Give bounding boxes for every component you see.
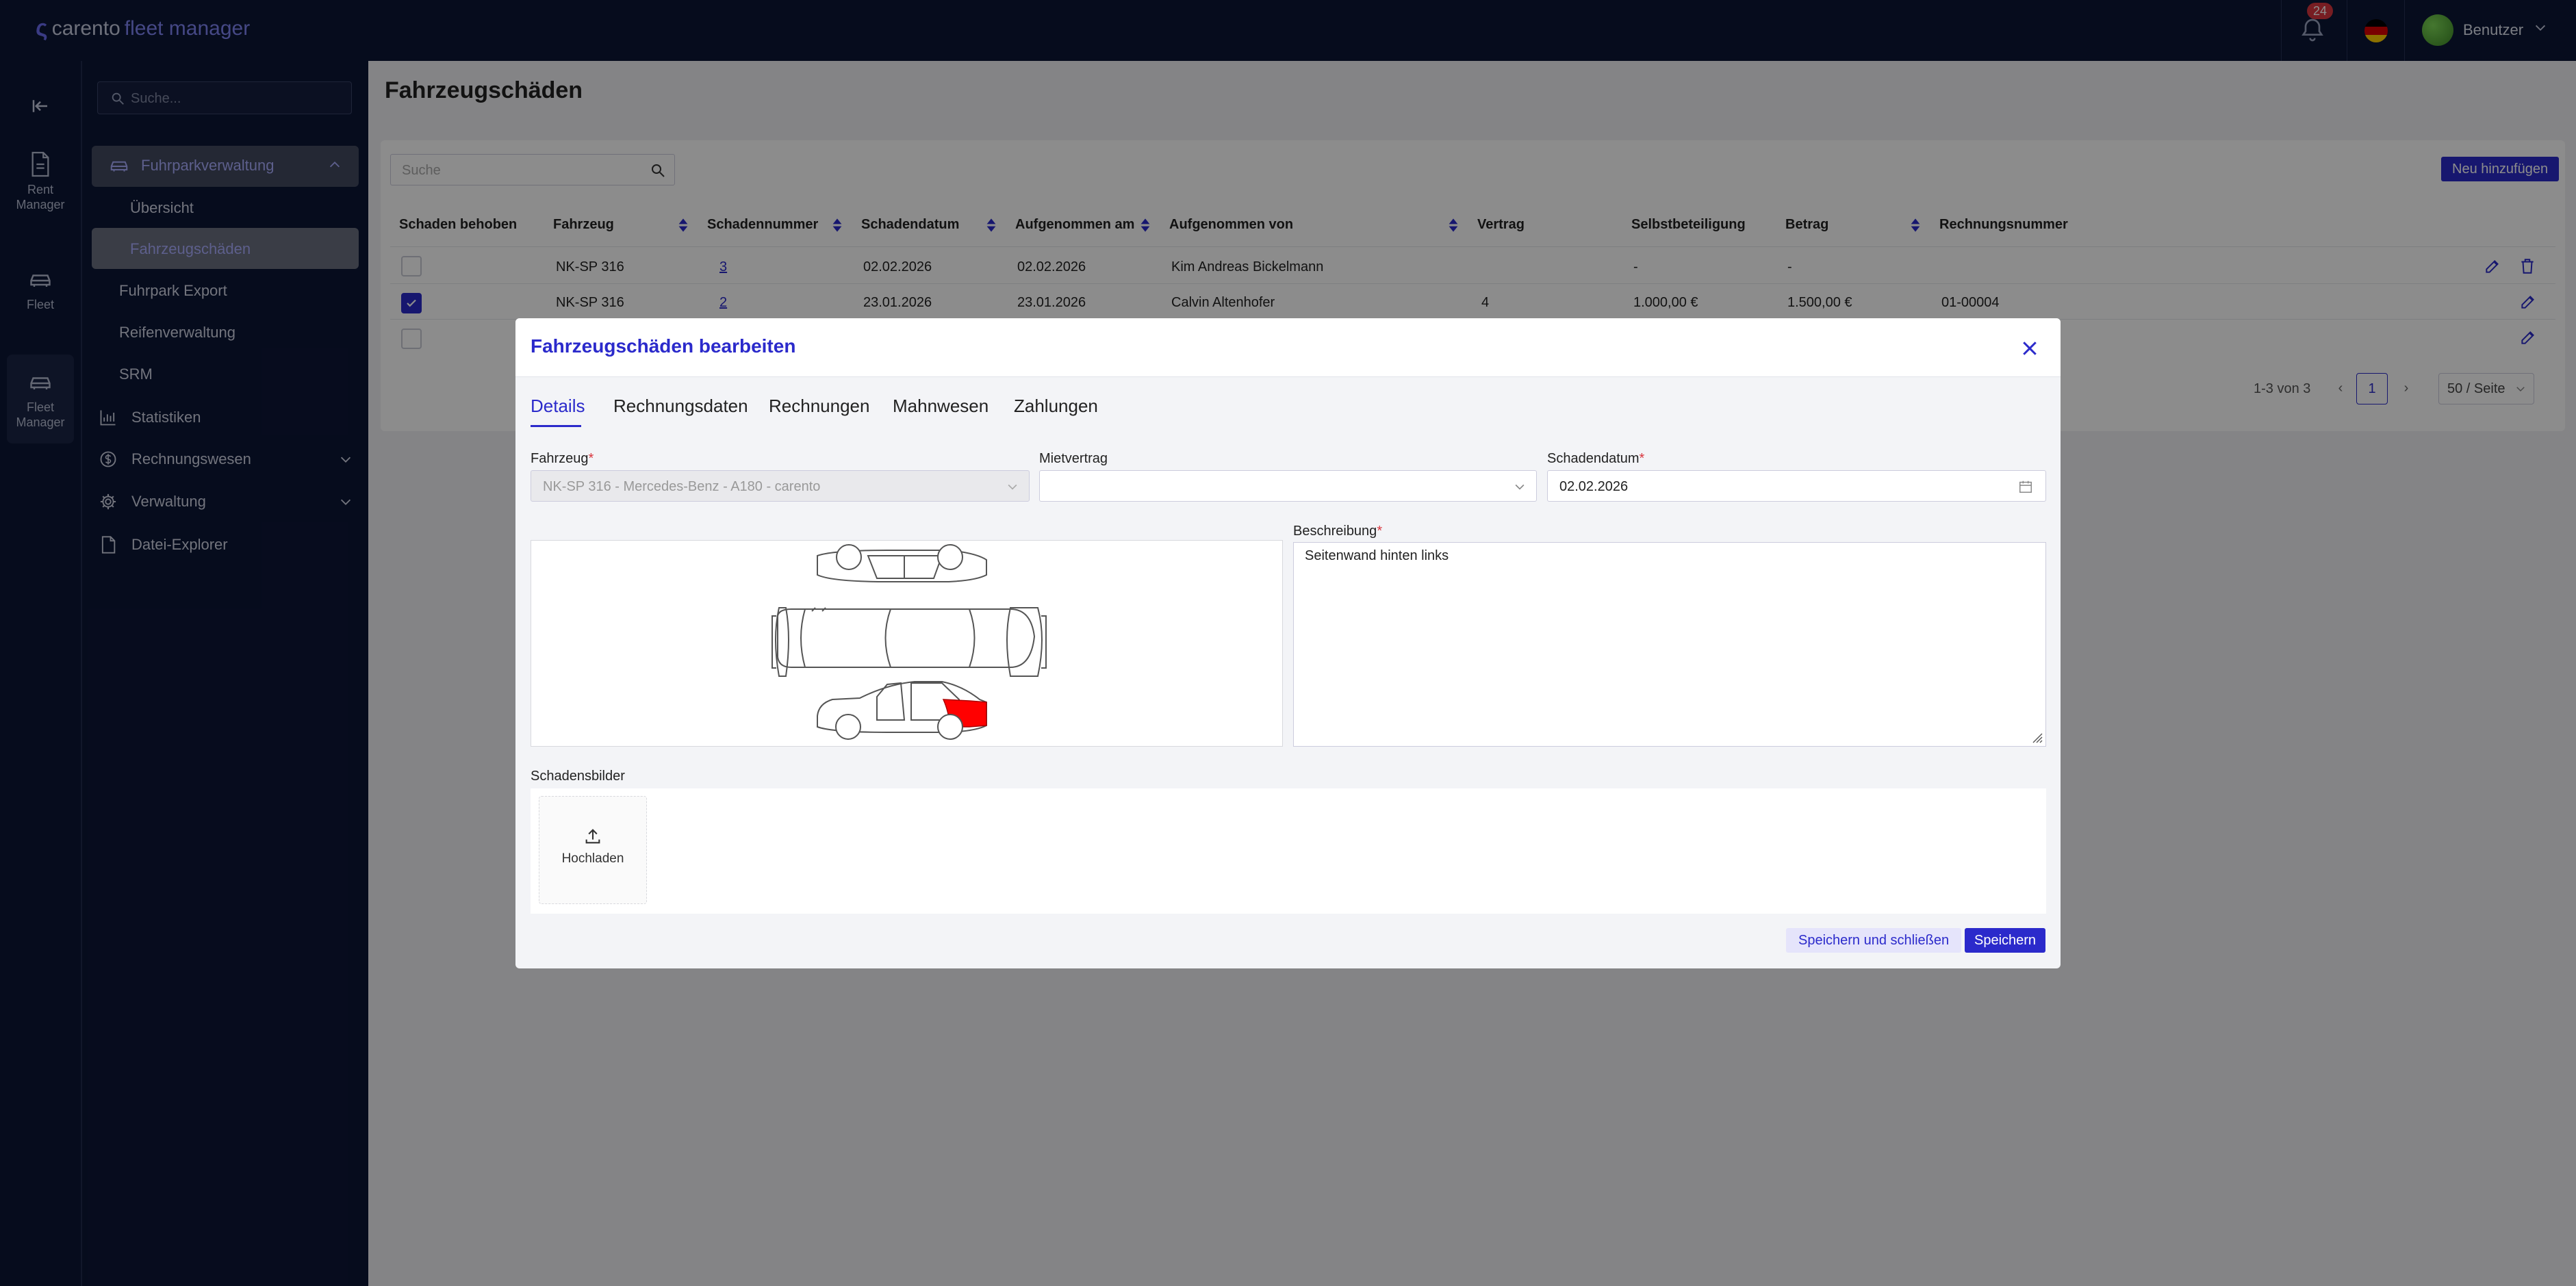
contract-label: Mietvertrag xyxy=(1039,451,1108,466)
tab-zahlungen[interactable]: Zahlungen xyxy=(1014,396,1098,417)
description-value: Seitenwand hinten links xyxy=(1305,548,1449,563)
vehicle-value: NK-SP 316 - Mercedes-Benz - A180 - caren… xyxy=(543,479,821,494)
close-icon[interactable] xyxy=(2019,338,2040,359)
damage-date-picker[interactable]: 02.02.2026 xyxy=(1547,470,2046,502)
tab-details[interactable]: Details xyxy=(531,396,585,417)
divider xyxy=(515,376,2061,377)
vehicle-label: Fahrzeug* xyxy=(531,451,594,466)
chevron-down-icon xyxy=(1008,484,1017,490)
chevron-down-icon xyxy=(1515,484,1525,490)
resize-handle-icon[interactable] xyxy=(2030,731,2043,743)
damage-date-label: Schadendatum* xyxy=(1547,451,1645,466)
vehicle-select[interactable]: NK-SP 316 - Mercedes-Benz - A180 - caren… xyxy=(531,470,1030,502)
damage-images-area xyxy=(531,788,2046,914)
save-button[interactable]: Speichern xyxy=(1965,928,2046,953)
contract-select[interactable] xyxy=(1039,470,1537,502)
upload-label: Hochladen xyxy=(561,851,624,866)
damage-images-label: Schadensbilder xyxy=(531,769,625,784)
tab-rechnungsdaten[interactable]: Rechnungsdaten xyxy=(613,396,748,417)
tab-rechnungen[interactable]: Rechnungen xyxy=(769,396,869,417)
calendar-icon xyxy=(2019,480,2032,493)
save-and-close-button[interactable]: Speichern und schließen xyxy=(1786,928,1962,953)
active-tab-indicator xyxy=(531,425,581,427)
tab-mahnwesen[interactable]: Mahnwesen xyxy=(893,396,989,417)
car-diagram-svg[interactable] xyxy=(531,541,1284,747)
damage-diagram[interactable] xyxy=(531,540,1283,747)
modal-title: Fahrzeugschäden bearbeiten xyxy=(531,335,796,357)
description-textarea[interactable] xyxy=(1293,542,2046,747)
description-label: Beschreibung* xyxy=(1293,524,1383,539)
upload-icon xyxy=(585,829,600,844)
upload-button[interactable]: Hochladen xyxy=(539,796,647,904)
damage-date-value: 02.02.2026 xyxy=(1559,479,1629,494)
